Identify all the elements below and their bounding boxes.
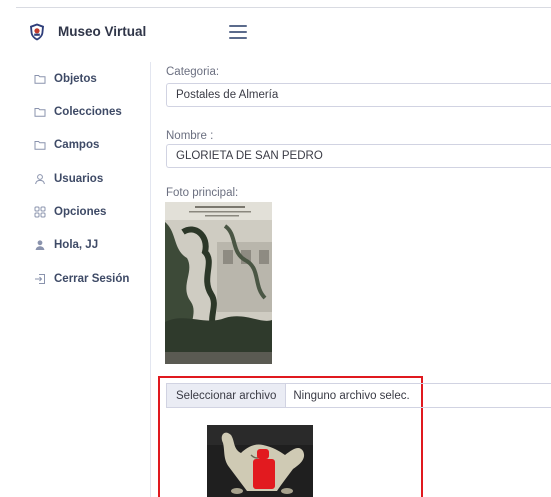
top-bar: Museo Virtual [0,0,551,62]
sidebar-item-label: Colecciones [54,106,122,118]
sidebar-item-colecciones[interactable]: Colecciones [34,103,122,121]
sidebar-item-label: Campos [54,139,100,151]
shield-icon [29,23,45,41]
sidebar-item-label: Usuarios [54,173,104,185]
folder-icon [34,73,46,85]
sidebar-item-objetos[interactable]: Objetos [34,70,97,88]
sidebar-item-opciones[interactable]: Opciones [34,203,106,221]
sidebar-item-label: Cerrar Sesión [54,273,130,285]
grid-icon [34,206,46,218]
main-photo [165,202,272,364]
top-divider [16,7,551,8]
foto-principal-label: Foto principal: [166,187,239,199]
file-status-text: Ninguno archivo selec. [293,389,410,402]
folder-icon [34,106,46,118]
categoria-field[interactable]: Postales de Almería [166,83,551,107]
user-icon [34,173,46,185]
sidebar-item-label: Objetos [54,73,97,85]
sidebar-item-campos[interactable]: Campos [34,136,99,154]
sidebar-item-cerrar-sesion[interactable]: Cerrar Sesión [34,270,129,288]
select-file-button[interactable]: Seleccionar archivo [167,384,287,407]
categoria-label: Categoria: [166,66,220,78]
sidebar-item-usuarios[interactable]: Usuarios [34,170,103,188]
sidebar-item-label: Opciones [54,206,107,218]
nombre-field[interactable]: GLORIETA DE SAN PEDRO [166,144,551,168]
hamburger-icon[interactable] [229,25,247,39]
sidebar-item-label: Hola, JJ [54,239,99,251]
user-filled-icon [34,239,46,251]
app-brand[interactable]: Museo Virtual [58,24,146,39]
sidebar-item-hola[interactable]: Hola, JJ [34,236,98,254]
upload-preview-image [207,425,313,497]
nombre-label: Nombre : [166,130,214,142]
folder-icon [34,139,46,151]
logout-icon [34,273,46,285]
sidebar: Objetos Colecciones Campos Usuarios Opci… [0,62,150,497]
file-input[interactable]: Seleccionar archivo Ninguno archivo sele… [166,383,551,408]
